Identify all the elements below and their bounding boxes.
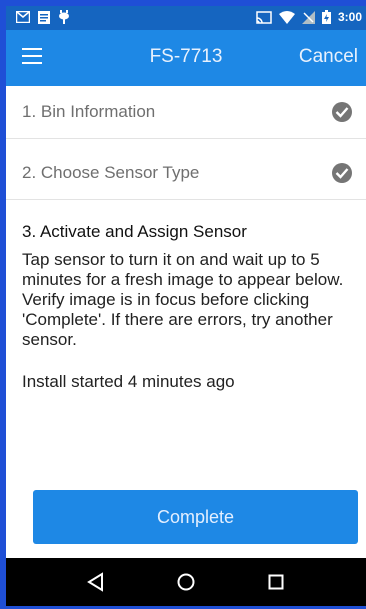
battery-icon [321,10,331,24]
complete-button[interactable]: Complete [33,490,358,544]
status-bar: 3:00 [6,6,366,30]
active-step-instructions: Tap sensor to turn it on and wait up to … [22,250,344,349]
check-circle-icon [332,163,352,183]
app-bar: FS-7713 Cancel [6,30,366,86]
step-bin-information[interactable]: 1. Bin Information [6,86,366,139]
app-screen: 3:00 FS-7713 Cancel 1. Bin Information 2… [6,6,366,606]
step-label: 1. Bin Information [22,102,156,121]
document-icon [38,10,50,24]
signal-icon [301,10,315,24]
back-triangle-icon[interactable] [84,570,108,594]
status-time: 3:00 [337,10,362,24]
active-step-title: 3. Activate and Assign Sensor [22,222,247,241]
recents-square-icon[interactable] [264,570,288,594]
android-debug-icon [58,10,70,24]
check-circle-icon [332,102,352,122]
home-circle-icon[interactable] [174,570,198,594]
gmail-icon [16,11,30,23]
cast-icon [256,10,272,24]
wifi-icon [278,10,295,24]
cancel-button[interactable]: Cancel [299,46,358,68]
step-choose-sensor-type[interactable]: 2. Choose Sensor Type [6,147,366,200]
step-label: 2. Choose Sensor Type [22,163,200,182]
install-status-text: Install started 4 minutes ago [22,372,235,391]
navigation-bar [6,558,366,606]
